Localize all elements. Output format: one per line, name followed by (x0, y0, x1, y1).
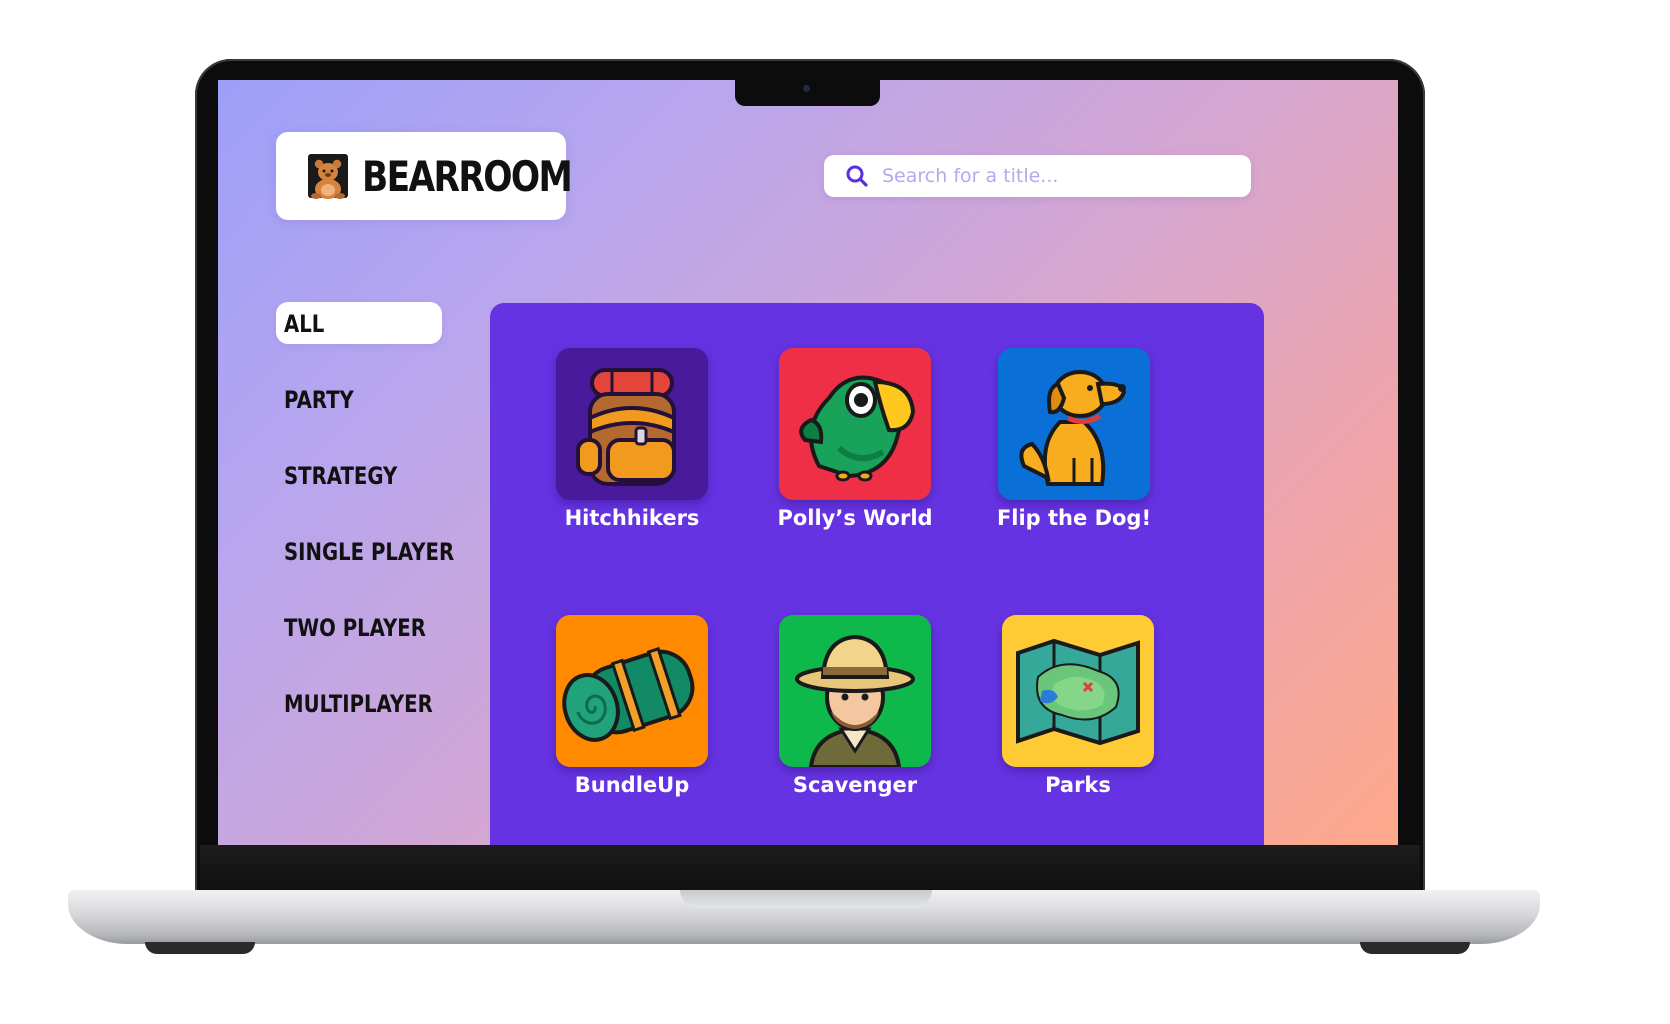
sleeping-bag-icon (556, 615, 708, 767)
laptop-opening-notch (680, 890, 932, 908)
camera-icon (803, 85, 810, 92)
screen: BEARROOM ALL PARTY STRATEGY SINGLE PLAYE… (218, 80, 1398, 845)
search-icon (846, 165, 868, 187)
explorer-icon (779, 615, 931, 767)
game-tile-pollys-world[interactable]: Polly’s World (775, 348, 935, 530)
category-label: PARTY (284, 386, 354, 414)
category-multiplayer[interactable]: MULTIPLAYER (276, 682, 446, 724)
category-label: SINGLE PLAYER (284, 538, 455, 566)
category-label: STRATEGY (284, 462, 398, 490)
map-icon (1002, 615, 1154, 767)
camera-notch (735, 80, 880, 106)
brand-name: BEARROOM (362, 151, 573, 201)
category-label: MULTIPLAYER (284, 690, 433, 718)
backpack-icon (556, 348, 708, 500)
search-bar[interactable] (824, 155, 1251, 197)
game-tile-flip-the-dog[interactable]: Flip the Dog! (994, 348, 1154, 530)
game-tile-scavenger[interactable]: Scavenger (775, 615, 935, 797)
laptop-bezel (200, 845, 1420, 895)
logo-card[interactable]: BEARROOM (276, 132, 573, 220)
category-label: ALL (284, 310, 325, 338)
category-party[interactable]: PARTY (276, 378, 446, 420)
game-title: Flip the Dog! (996, 506, 1152, 530)
laptop-foot (145, 942, 255, 954)
category-two-player[interactable]: TWO PLAYER (276, 606, 446, 648)
game-title: Polly’s World (777, 506, 933, 530)
search-input[interactable] (880, 164, 1244, 188)
category-nav: ALL PARTY STRATEGY SINGLE PLAYER TWO PLA… (276, 302, 454, 758)
game-title: Parks (1045, 773, 1111, 797)
category-all[interactable]: ALL (276, 302, 442, 344)
games-panel: Hitchhikers Polly’s World Flip the Dog! … (490, 303, 1264, 845)
game-tile-bundleup[interactable]: BundleUp (552, 615, 712, 797)
category-label: TWO PLAYER (284, 614, 426, 642)
game-tile-hitchhikers[interactable]: Hitchhikers (552, 348, 712, 530)
category-strategy[interactable]: STRATEGY (276, 454, 446, 496)
parrot-icon (779, 348, 931, 500)
bear-logo-icon (306, 152, 350, 200)
game-tile-parks[interactable]: Parks (998, 615, 1158, 797)
category-single-player[interactable]: SINGLE PLAYER (276, 530, 454, 572)
dog-icon (998, 348, 1150, 500)
game-title: Hitchhikers (564, 506, 700, 530)
game-title: BundleUp (574, 773, 690, 797)
laptop-foot (1360, 942, 1470, 954)
game-title: Scavenger (792, 773, 918, 797)
